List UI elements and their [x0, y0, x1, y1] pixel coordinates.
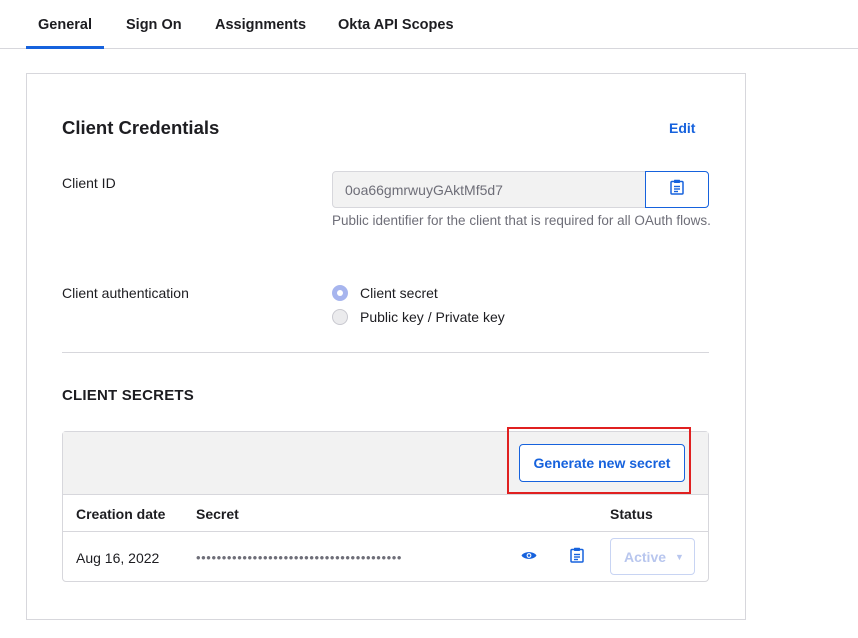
secret-masked-value: ••••••••••••••••••••••••••••••••••••••••: [196, 550, 403, 565]
client-id-field[interactable]: 0oa66gmrwuyGAktMf5d7: [332, 171, 646, 208]
highlight-box: [507, 427, 691, 494]
radio-label: Client secret: [360, 285, 438, 301]
tab-sign-on[interactable]: Sign On: [126, 17, 182, 33]
copy-secret-button[interactable]: [566, 546, 588, 568]
column-header-status: Status: [610, 506, 653, 522]
client-id-helper-text: Public identifier for the client that is…: [332, 213, 711, 228]
edit-link[interactable]: Edit: [669, 120, 695, 136]
clipboard-icon: [670, 179, 684, 200]
secret-creation-date: Aug 16, 2022: [76, 550, 160, 566]
status-value: Active: [624, 548, 667, 565]
caret-down-icon: ▼: [675, 551, 684, 562]
client-secrets-title: CLIENT SECRETS: [62, 387, 194, 404]
column-header-creation-date: Creation date: [76, 506, 166, 522]
copy-client-id-button[interactable]: [645, 171, 709, 208]
section-divider: [62, 352, 709, 353]
client-credentials-title: Client Credentials: [62, 117, 220, 138]
radio-client-secret[interactable]: Client secret: [332, 285, 438, 301]
radio-label: Public key / Private key: [360, 309, 505, 325]
tab-assignments[interactable]: Assignments: [215, 17, 306, 33]
client-id-label: Client ID: [62, 175, 116, 191]
radio-public-private-key[interactable]: Public key / Private key: [332, 309, 505, 325]
eye-icon: [521, 548, 537, 566]
client-authentication-label: Client authentication: [62, 285, 189, 301]
tab-okta-api-scopes[interactable]: Okta API Scopes: [338, 17, 454, 33]
tab-bar: General Sign On Assignments Okta API Sco…: [0, 0, 858, 49]
secret-status-dropdown[interactable]: Active ▼: [610, 538, 695, 575]
column-header-secret: Secret: [196, 506, 239, 522]
tab-general[interactable]: General: [26, 17, 104, 49]
radio-checked-icon[interactable]: [332, 285, 348, 301]
clipboard-icon: [570, 547, 584, 568]
radio-unchecked-icon[interactable]: [332, 309, 348, 325]
row-divider: [63, 531, 708, 532]
reveal-secret-button[interactable]: [518, 546, 540, 568]
